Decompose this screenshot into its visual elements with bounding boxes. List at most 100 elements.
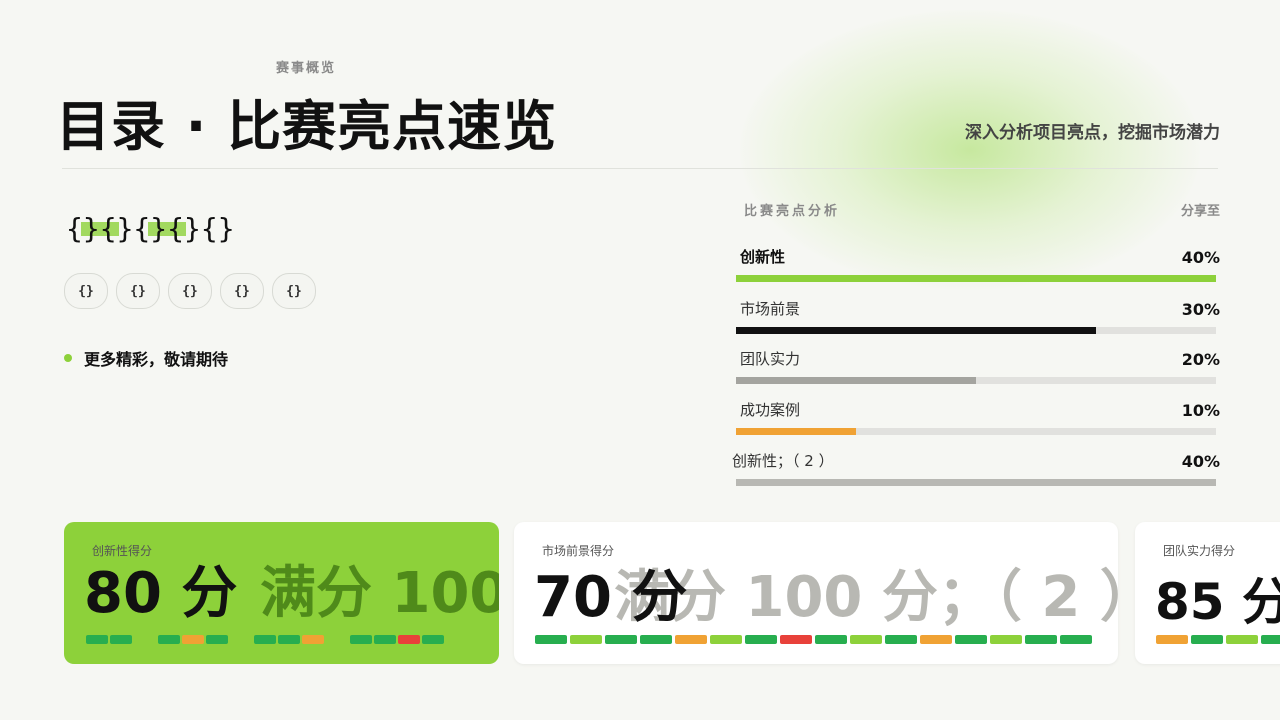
- metric-progress-track: [736, 428, 1216, 435]
- score-segment: [254, 635, 276, 644]
- brace-text: {: [66, 212, 83, 245]
- score-segment: [675, 635, 707, 644]
- score-segment-group: [86, 635, 132, 644]
- brace-text: }{: [82, 212, 117, 245]
- metric-item: 团队实力 20%: [736, 348, 1220, 384]
- metric-percent: 10%: [1181, 401, 1220, 420]
- analysis-panel-header: 比赛亮点分析 分享至: [744, 200, 1220, 219]
- score-segment: [535, 635, 567, 644]
- bullet-dot-icon: [64, 354, 72, 362]
- metric-progress-fill: [736, 428, 856, 435]
- tag-chip[interactable]: {}: [220, 273, 264, 309]
- metric-percent: 20%: [1181, 350, 1220, 369]
- brace-text: }{: [184, 212, 218, 245]
- score-segment: [422, 635, 444, 644]
- score-segment: [745, 635, 777, 644]
- tag-chip[interactable]: {}: [64, 273, 108, 309]
- metric-row: 创新性；（ 2 ） 40%: [732, 450, 1220, 471]
- metric-progress-fill: [736, 479, 1216, 486]
- metric-progress-fill: [736, 377, 976, 384]
- score-segment: [570, 635, 602, 644]
- score-value: 70 分: [534, 565, 688, 630]
- metric-progress-fill: [736, 275, 1216, 282]
- score-card-innovation: 满分 100 分 创新性得分 80 分: [64, 522, 499, 664]
- score-segment: [885, 635, 917, 644]
- score-segment: [86, 635, 108, 644]
- page-subtitle: 深入分析项目亮点，挖掘市场潜力: [965, 123, 1220, 143]
- score-segments: [1156, 635, 1280, 644]
- metric-row: 创新性 40%: [736, 246, 1220, 267]
- metric-progress-fill: [736, 327, 1096, 334]
- score-segment: [398, 635, 420, 644]
- score-segment: [605, 635, 637, 644]
- tag-chip[interactable]: {}: [272, 273, 316, 309]
- score-segment: [850, 635, 882, 644]
- score-segment: [1191, 635, 1223, 644]
- metric-label: 市场前景: [740, 300, 801, 318]
- metric-row: 团队实力 20%: [736, 348, 1220, 369]
- score-segment: [920, 635, 952, 644]
- score-segment-group: [254, 635, 324, 644]
- metric-percent: 40%: [1181, 452, 1220, 471]
- score-card-team: 团队实力得分 85 分: [1135, 522, 1280, 664]
- score-segment: [350, 635, 372, 644]
- score-segment: [815, 635, 847, 644]
- more-coming-item: 更多精彩，敬请期待: [64, 346, 228, 370]
- score-segment: [158, 635, 180, 644]
- score-segment-group: [350, 635, 444, 644]
- score-card-market: 满分 100 分；（ 2 ） 市场前景得分 70 分: [514, 522, 1118, 664]
- metric-label: 创新性: [740, 248, 786, 266]
- metric-percent: 40%: [1181, 248, 1220, 267]
- score-segment: [1060, 635, 1092, 644]
- brace-text: }{: [116, 212, 151, 245]
- tag-chips: {} {} {} {} {}: [64, 273, 316, 309]
- score-segment: [182, 635, 204, 644]
- score-segment: [1156, 635, 1188, 644]
- score-segment: [110, 635, 132, 644]
- score-card-label: 团队实力得分: [1163, 544, 1236, 558]
- code-placeholder-title: {}{}{}{}{}: [66, 212, 235, 245]
- metric-item: 创新性；（ 2 ） 40%: [732, 450, 1220, 486]
- metric-label: 创新性；（ 2 ）: [732, 452, 834, 470]
- score-value: 85 分: [1155, 573, 1280, 631]
- brace-text: }{: [150, 212, 185, 245]
- score-segments: [86, 635, 444, 644]
- metric-item: 创新性 40%: [736, 246, 1220, 282]
- metric-item: 成功案例 10%: [736, 399, 1220, 435]
- score-segment: [990, 635, 1022, 644]
- metric-percent: 30%: [1181, 300, 1220, 319]
- metric-progress-track: [736, 327, 1216, 334]
- score-segment: [640, 635, 672, 644]
- score-segment: [1261, 635, 1280, 644]
- score-segment: [206, 635, 228, 644]
- metric-row: 成功案例 10%: [736, 399, 1220, 420]
- score-segment: [278, 635, 300, 644]
- score-segments: [535, 635, 1092, 644]
- metric-label: 成功案例: [740, 401, 801, 419]
- tag-chip[interactable]: {}: [168, 273, 212, 309]
- score-segment: [374, 635, 396, 644]
- metric-progress-track: [736, 479, 1216, 486]
- full-score-ghost-text: 满分 100 分: [260, 561, 499, 626]
- metric-item: 市场前景 30%: [736, 298, 1220, 334]
- page-title: 目录 · 比赛亮点速览: [56, 95, 558, 158]
- header-divider: [62, 168, 1218, 169]
- eyebrow-label: 赛事概览: [276, 61, 337, 76]
- score-segment: [955, 635, 987, 644]
- metric-progress-track: [736, 275, 1216, 282]
- share-link[interactable]: 分享至: [1181, 200, 1220, 219]
- score-segment: [1025, 635, 1057, 644]
- full-score-ghost-text: 满分 100 分；（ 2 ）: [614, 565, 1118, 630]
- metric-row: 市场前景 30%: [736, 298, 1220, 319]
- score-segment: [710, 635, 742, 644]
- analysis-heading: 比赛亮点分析: [744, 204, 841, 219]
- score-segment-group: [158, 635, 228, 644]
- more-coming-text: 更多精彩，敬请期待: [84, 350, 229, 369]
- metric-label: 团队实力: [740, 350, 801, 368]
- tag-chip[interactable]: {}: [116, 273, 160, 309]
- score-segment: [302, 635, 324, 644]
- brace-text: }: [217, 212, 235, 245]
- metric-progress-track: [736, 377, 1216, 384]
- score-value: 80 分: [84, 561, 238, 626]
- score-segment: [1226, 635, 1258, 644]
